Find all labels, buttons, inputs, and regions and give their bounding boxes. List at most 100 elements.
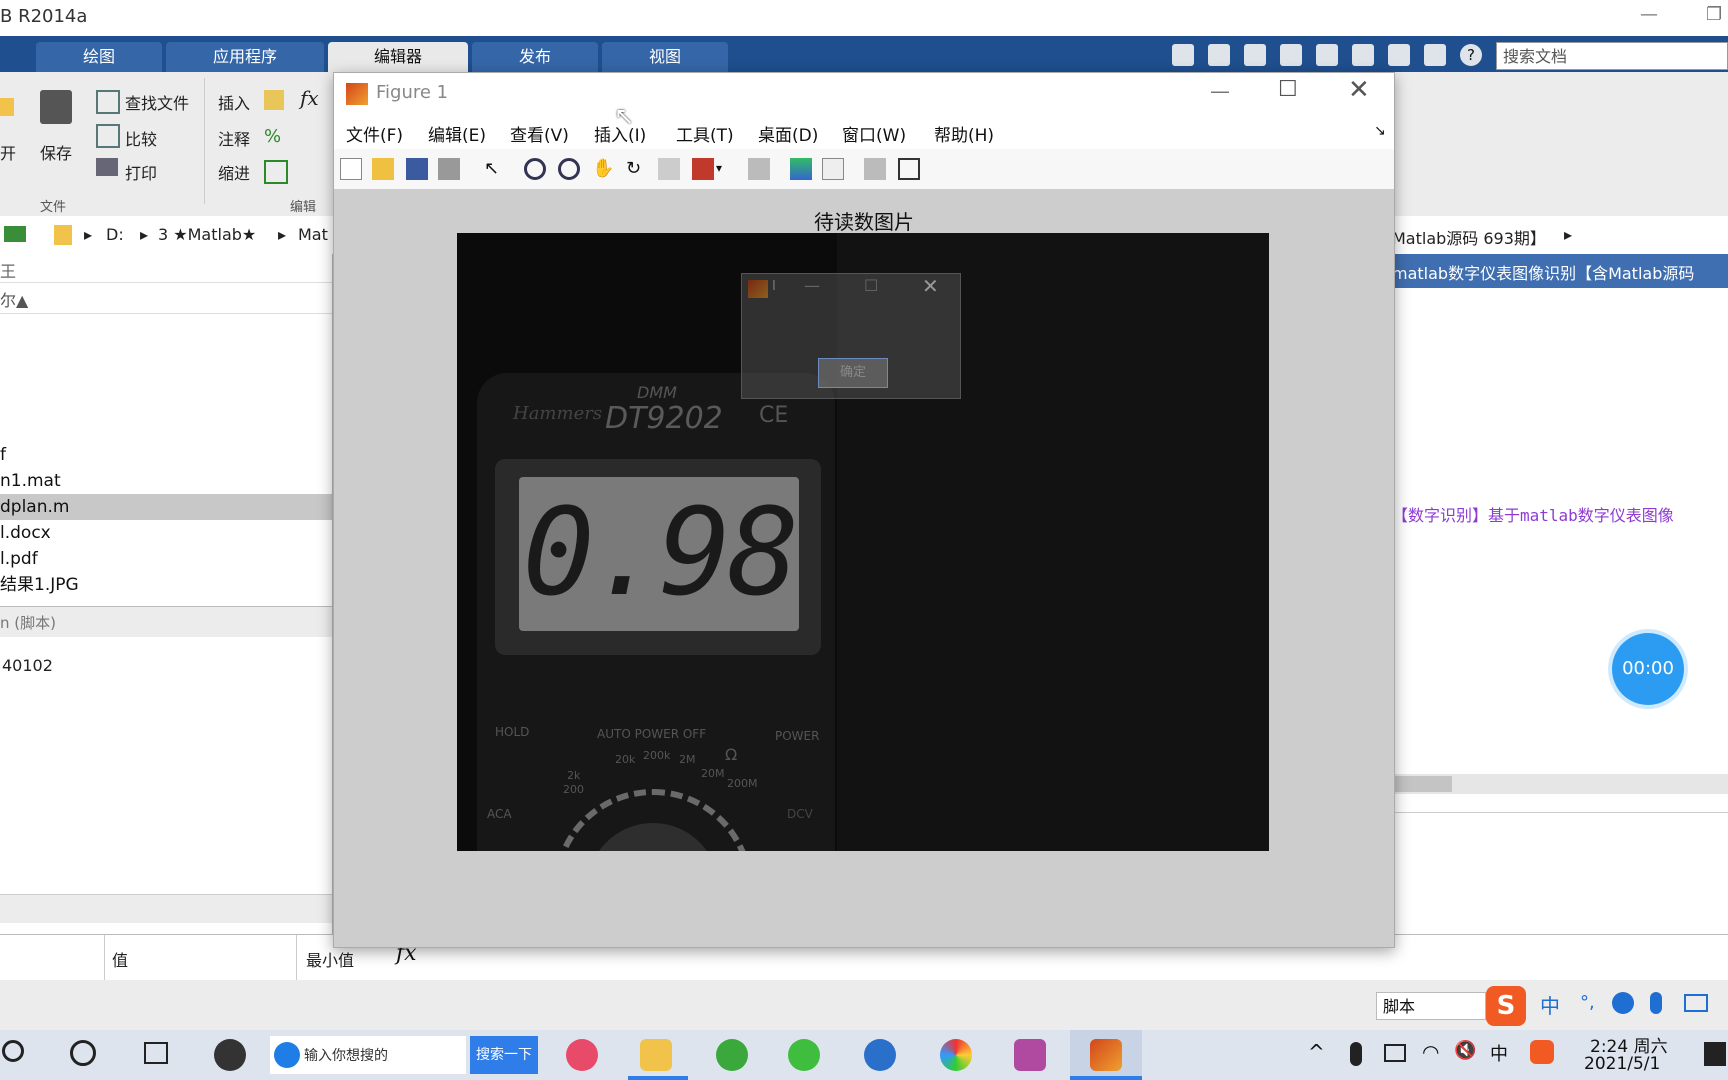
scrollbar-thumb[interactable] (1392, 776, 1452, 792)
file-item[interactable]: l.docx (0, 520, 332, 546)
recording-timer[interactable]: 00:00 (1612, 633, 1684, 705)
ok-button[interactable]: 确定 (818, 358, 888, 388)
breadcrumb-drive[interactable]: D: (106, 225, 124, 244)
chrome-icon[interactable] (940, 1039, 972, 1071)
minimize-icon[interactable]: — (804, 276, 820, 295)
keyboard-icon[interactable] (1684, 994, 1708, 1012)
microphone-icon[interactable] (1650, 992, 1662, 1014)
tab-publish[interactable]: 发布 (472, 42, 598, 72)
task-view-icon[interactable] (144, 1042, 168, 1064)
save-button[interactable]: 保存 (40, 140, 72, 164)
panel-splitter[interactable] (0, 894, 332, 923)
taskbar-search-button[interactable]: 搜索一下 (470, 1036, 538, 1074)
snipping-tool-icon[interactable] (566, 1039, 598, 1071)
maximize-icon[interactable]: ☐ (1278, 77, 1298, 102)
redo-icon[interactable] (1388, 44, 1410, 66)
copy-icon[interactable] (1280, 44, 1302, 66)
chevron-up-icon[interactable]: ^ (1308, 1040, 1325, 1064)
file-item-selected[interactable]: dplan.m (0, 494, 332, 520)
figure-window[interactable]: Figure 1 — ☐ ✕ 文件(F) 编辑(E) 查看(V) 插入(I) 工… (333, 72, 1395, 948)
undo-icon[interactable] (1352, 44, 1374, 66)
current-folder-address-bar[interactable]: ▸ D: ▸ 3 ★Matlab★ ▸ Mat (0, 216, 334, 255)
insert-button[interactable]: 插入 (218, 90, 250, 114)
brush-icon[interactable] (692, 158, 714, 180)
image-axes[interactable]: Hammers DMM DT9202 CE 0.98 HOLD AUTO POW… (457, 233, 1269, 851)
horizontal-scrollbar[interactable] (1392, 774, 1728, 794)
breadcrumb-subfolder[interactable]: Mat (298, 225, 328, 244)
value-column-header[interactable]: 值 (112, 947, 128, 971)
file-explorer-icon[interactable] (640, 1039, 672, 1071)
switch-windows-icon[interactable] (1424, 44, 1446, 66)
taskbar-search-input[interactable]: 输入你想搜的 (304, 1045, 388, 1065)
menu-desktop[interactable]: 桌面(D) (758, 121, 818, 146)
menu-edit[interactable]: 编辑(E) (428, 121, 486, 146)
pointer-icon[interactable]: ↖ (484, 158, 506, 180)
save-figure-icon[interactable] (406, 158, 428, 180)
tab-editor[interactable]: 编辑器 (328, 42, 468, 72)
figure-title-bar[interactable]: Figure 1 — ☐ ✕ (334, 73, 1394, 113)
volume-muted-icon[interactable]: 🔇 (1454, 1040, 1476, 1061)
open-file-icon[interactable] (372, 158, 394, 180)
clock-date[interactable]: 2021/5/1 (1584, 1054, 1660, 1074)
wechat-icon[interactable] (788, 1039, 820, 1071)
sogou-tray-icon[interactable] (1530, 1040, 1554, 1064)
file-item[interactable]: 结果1.JPG (0, 572, 332, 598)
print-figure-icon[interactable] (438, 158, 460, 180)
app-swirl-icon[interactable] (214, 1039, 246, 1071)
menu-tools[interactable]: 工具(T) (676, 121, 734, 146)
legend-icon[interactable] (822, 158, 844, 180)
msgbox-dialog[interactable]: I — ☐ ✕ 确定 (741, 273, 961, 399)
save-large-icon[interactable] (40, 90, 72, 124)
open-button[interactable]: 开 (0, 140, 16, 164)
tab-view[interactable]: 视图 (602, 42, 728, 72)
paste-icon[interactable] (1316, 44, 1338, 66)
minimize-icon[interactable]: — (1640, 4, 1658, 25)
compare-button[interactable]: 比较 (125, 126, 157, 150)
name-column-header[interactable]: 尔▲ (0, 282, 332, 314)
comment-button[interactable]: 注释 (218, 126, 250, 150)
close-icon[interactable]: ✕ (922, 274, 939, 298)
quick-access-icon[interactable] (1172, 44, 1194, 66)
editor-tab[interactable]: matlab数字仪表图像识别【含Matlab源码 (1392, 254, 1728, 288)
maximize-icon[interactable]: ☐ (864, 276, 878, 295)
menu-window[interactable]: 窗口(W) (842, 121, 906, 146)
taskbar-search-box[interactable]: 输入你想搜的 (270, 1036, 466, 1074)
cortana-icon[interactable] (70, 1040, 96, 1066)
search-icon[interactable] (2, 1040, 24, 1062)
punctuation-icon[interactable]: °, (1580, 992, 1595, 1013)
menu-view[interactable]: 查看(V) (510, 121, 569, 146)
code-comment-line[interactable]: 【数字识别】基于matlab数字仪表图像 (1392, 502, 1674, 526)
dock-arrow-icon[interactable]: ↘ (1374, 123, 1386, 139)
minimize-icon[interactable]: — (1210, 79, 1230, 103)
restore-icon[interactable]: ❐ (1706, 4, 1722, 25)
microphone-icon[interactable] (1350, 1042, 1362, 1066)
colorbar-icon[interactable] (790, 158, 812, 180)
notification-icon[interactable] (1704, 1042, 1726, 1066)
print-button[interactable]: 打印 (125, 160, 157, 184)
pan-hand-icon[interactable]: ✋ (592, 158, 614, 180)
insert-function-icon[interactable]: fx (300, 86, 319, 110)
tab-plots[interactable]: 绘图 (36, 42, 162, 72)
close-icon[interactable]: ✕ (1348, 75, 1370, 105)
zoom-in-icon[interactable] (524, 158, 546, 180)
link-plot-icon[interactable] (748, 158, 770, 180)
comment-percent-icon[interactable]: % (264, 126, 284, 147)
ime-indicator[interactable]: 中 (1490, 1040, 1508, 1066)
zoom-out-icon[interactable] (558, 158, 580, 180)
file-item[interactable]: n1.mat (0, 468, 332, 494)
image-tool-icon[interactable] (1014, 1039, 1046, 1071)
editor-path-text[interactable]: Matlab源码 693期】 (1392, 225, 1546, 249)
show-plot-tools-icon[interactable] (898, 158, 920, 180)
chevron-down-icon[interactable]: ▾ (716, 161, 722, 175)
save-icon[interactable] (1208, 44, 1230, 66)
file-item[interactable]: f (0, 442, 332, 468)
breadcrumb-folder[interactable]: 3 ★Matlab★ (158, 225, 256, 244)
indent-icon[interactable] (264, 160, 288, 184)
hide-plot-tools-icon[interactable] (864, 158, 886, 180)
new-figure-icon[interactable] (340, 158, 362, 180)
sogou-ime-icon[interactable]: S (1486, 986, 1526, 1026)
min-column-header[interactable]: 最小值 (306, 947, 354, 971)
open-folder-icon[interactable] (0, 98, 14, 116)
indent-button[interactable]: 缩进 (218, 160, 250, 184)
ime-chinese-mode[interactable]: 中 (1540, 990, 1560, 1019)
